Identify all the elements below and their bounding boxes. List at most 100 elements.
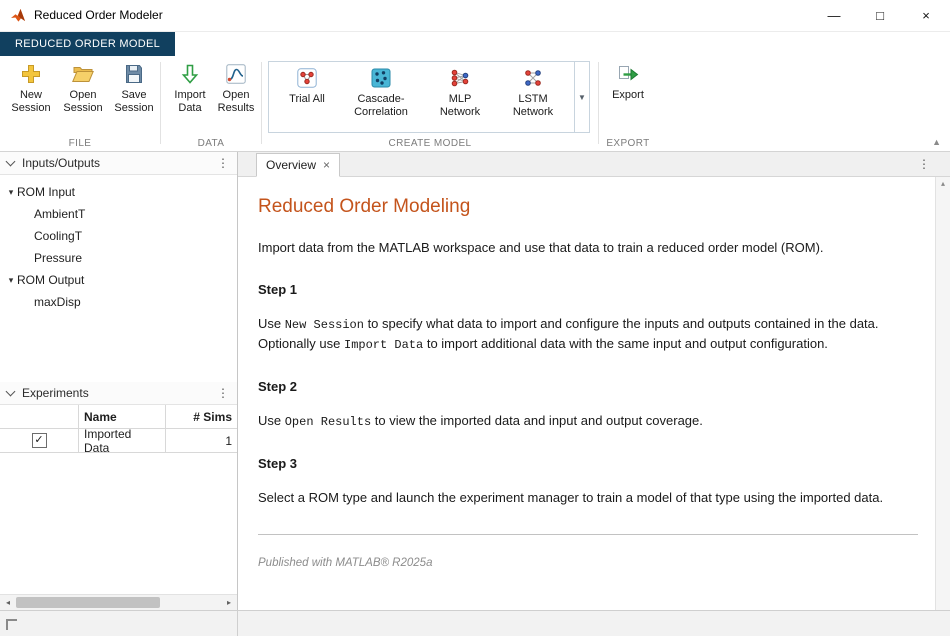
step1-title: Step 1 [258, 281, 920, 300]
save-session-button[interactable]: Save Session [110, 62, 158, 115]
status-bar-left [0, 611, 238, 636]
document-actions-menu[interactable]: ⋮ [916, 152, 932, 177]
close-tab-icon[interactable]: × [323, 158, 330, 172]
scroll-right-icon[interactable]: ▸ [221, 595, 237, 610]
experiments-menu[interactable]: ⋮ [215, 386, 231, 400]
button-label: Session [63, 102, 102, 115]
name-column-header: Name [79, 405, 166, 428]
tab-reduced-order-model[interactable]: REDUCED ORDER MODEL [0, 32, 175, 56]
page-title: Reduced Order Modeling [258, 193, 920, 221]
checkbox-column-header [0, 405, 79, 428]
tree-item-maxdisp[interactable]: maxDisp [0, 291, 237, 313]
gallery-item-label: LSTM [518, 93, 547, 106]
import-data-button[interactable]: Import Data [167, 62, 213, 115]
expand-arrow-icon[interactable]: ▾ [5, 187, 17, 198]
tree-item-coolingt[interactable]: CoolingT [0, 225, 237, 247]
ribbon-toolstrip: New Session Open Session [0, 56, 950, 152]
code-open-results: Open Results [285, 415, 371, 429]
cascade-correlation-icon [369, 66, 393, 90]
experiment-sims-cell: 1 [166, 429, 237, 452]
inputs-outputs-menu[interactable]: ⋮ [215, 156, 231, 170]
button-label: New [20, 89, 42, 102]
export-group-label: EXPORT [599, 138, 657, 149]
export-arrow-icon [616, 62, 640, 86]
gallery-item-label: Network [440, 106, 480, 119]
window-title: Reduced Order Modeler [34, 0, 163, 31]
experiments-table: Name # Sims ✓ Imported Data 1 [0, 405, 237, 453]
trial-all-network-icon [295, 66, 319, 90]
document-tabbar: Overview × ⋮ [238, 152, 950, 177]
model-gallery: Trial All Cascade- Correlation [268, 61, 590, 133]
lstm-network-button[interactable]: LSTM Network [497, 66, 569, 119]
sidebar-horizontal-scrollbar[interactable]: ◂ ▸ [0, 594, 237, 610]
export-button[interactable]: Export [604, 62, 652, 102]
text-segment: to view the imported data and input and … [371, 413, 703, 428]
button-label: Open [223, 89, 250, 102]
new-session-button[interactable]: New Session [6, 62, 56, 115]
tab-label: Overview [266, 158, 316, 172]
minimize-button[interactable]: — [811, 0, 857, 31]
save-icon [122, 62, 146, 86]
title-bar: Reduced Order Modeler — □ × [0, 0, 950, 32]
tree-item-label: ROM Output [17, 273, 84, 287]
text-segment: Use [258, 316, 285, 331]
ribbon-group-file: New Session Open Session [0, 56, 160, 151]
open-results-button[interactable]: Open Results [213, 62, 259, 115]
expand-arrow-icon[interactable]: ▾ [5, 275, 17, 286]
resize-grip-icon[interactable] [6, 619, 17, 630]
tree-item-label: ROM Input [17, 185, 75, 199]
cascade-correlation-button[interactable]: Cascade- Correlation [341, 66, 421, 119]
gallery-item-label: Cascade- [357, 93, 404, 106]
new-session-plus-icon [19, 62, 43, 86]
ribbon-group-export: Export EXPORT [599, 56, 657, 151]
mlp-network-icon [448, 66, 472, 90]
lstm-network-icon [521, 66, 545, 90]
text-segment: Use [258, 413, 285, 428]
sims-column-header: # Sims [166, 405, 237, 428]
button-label: Results [218, 102, 255, 115]
chevron-down-icon[interactable] [6, 157, 16, 167]
mlp-network-button[interactable]: MLP Network [425, 66, 495, 119]
step1-text: Use New Session to specify what data to … [258, 315, 920, 354]
trial-all-button[interactable]: Trial All [275, 66, 339, 106]
scroll-left-icon[interactable]: ◂ [0, 595, 16, 610]
tree-item-ambientt[interactable]: AmbientT [0, 203, 237, 225]
inputs-outputs-panel-header[interactable]: Inputs/Outputs ⋮ [0, 152, 237, 175]
experiment-checkbox[interactable]: ✓ [32, 433, 47, 448]
experiments-title: Experiments [22, 386, 89, 400]
scroll-up-icon[interactable]: ▴ [936, 179, 950, 188]
intro-paragraph: Import data from the MATLAB workspace an… [258, 239, 920, 258]
open-session-button[interactable]: Open Session [58, 62, 108, 115]
tree-item-label: AmbientT [34, 207, 85, 221]
step3-title: Step 3 [258, 455, 920, 474]
scrollbar-thumb[interactable] [16, 597, 160, 608]
gallery-item-label: MLP [449, 93, 472, 106]
tree-item-rom-output[interactable]: ▾ ROM Output [0, 269, 237, 291]
import-arrow-icon [178, 62, 202, 86]
published-footer: Published with MATLAB® R2025a [258, 555, 920, 572]
tree-item-pressure[interactable]: Pressure [0, 247, 237, 269]
experiments-panel-header[interactable]: Experiments ⋮ [0, 382, 237, 405]
text-segment: to import additional data with the same … [423, 336, 828, 351]
tree-item-label: CoolingT [34, 229, 82, 243]
gallery-item-label: Network [513, 106, 553, 119]
tab-overview[interactable]: Overview × [256, 153, 340, 177]
code-new-session: New Session [285, 318, 364, 332]
maximize-button[interactable]: □ [857, 0, 903, 31]
chevron-down-icon[interactable] [6, 387, 16, 397]
step2-text: Use Open Results to view the imported da… [258, 412, 920, 431]
ribbon-tabstrip: REDUCED ORDER MODEL [0, 32, 950, 56]
button-label: Open [70, 89, 97, 102]
inputs-outputs-title: Inputs/Outputs [22, 156, 100, 170]
table-row[interactable]: ✓ Imported Data 1 [0, 429, 237, 453]
collapse-ribbon-button[interactable]: ▲ [932, 137, 941, 147]
close-button[interactable]: × [903, 0, 949, 31]
step3-text: Select a ROM type and launch the experim… [258, 489, 920, 508]
gallery-item-label: Trial All [289, 93, 325, 106]
window-controls: — □ × [811, 0, 949, 31]
vertical-scrollbar[interactable]: ▴ [935, 177, 950, 610]
button-label: Import [174, 89, 205, 102]
document-area: Overview × ⋮ Reduced Order Modeling Impo… [238, 152, 950, 610]
gallery-dropdown-button[interactable]: ▼ [574, 62, 589, 132]
tree-item-rom-input[interactable]: ▾ ROM Input [0, 181, 237, 203]
